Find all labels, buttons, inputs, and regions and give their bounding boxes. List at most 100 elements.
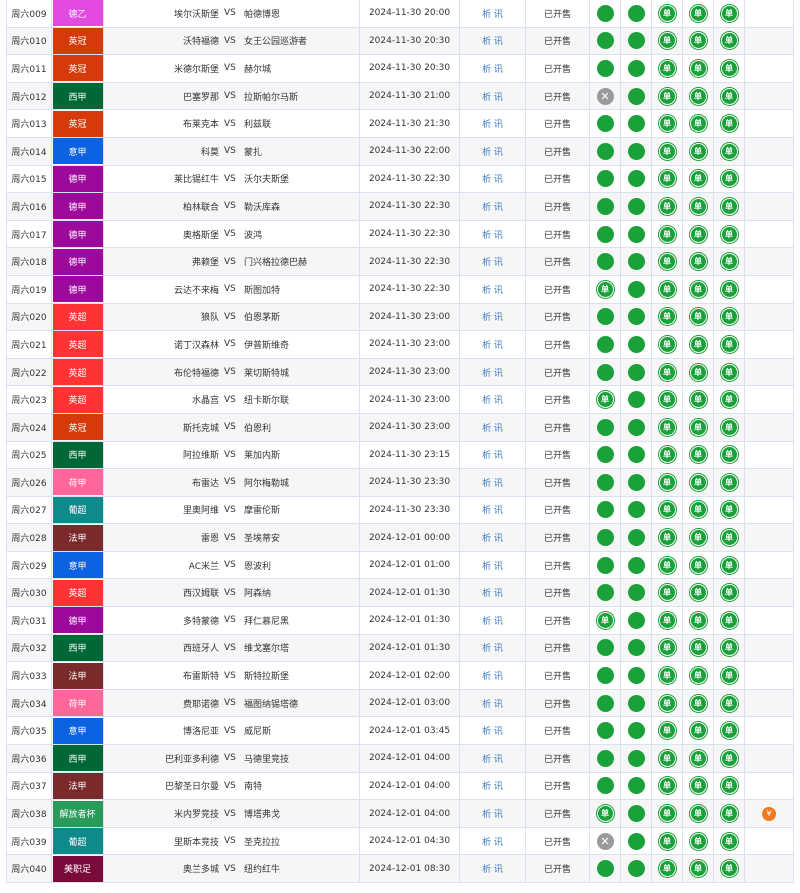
analysis-link[interactable]: 析 讯 [460, 717, 526, 745]
league-badge[interactable]: 西甲 [52, 634, 103, 661]
home-team[interactable]: 巴利亚多利德 [165, 752, 219, 765]
play-available-icon[interactable] [627, 667, 645, 685]
single-icon[interactable]: 单 [658, 694, 676, 712]
away-team[interactable]: 伊普斯维奇 [244, 338, 289, 351]
single-icon[interactable]: 单 [720, 142, 738, 160]
play-available-icon[interactable] [627, 446, 645, 464]
single-icon[interactable]: 单 [658, 639, 676, 657]
play-available-icon[interactable] [627, 308, 645, 326]
single-icon[interactable]: 单 [658, 529, 676, 547]
play-available-icon[interactable] [627, 805, 645, 823]
single-icon[interactable]: 单 [689, 832, 707, 850]
single-icon[interactable]: 单 [596, 280, 614, 298]
away-team[interactable]: 威尼斯 [244, 724, 271, 737]
away-team[interactable]: 勒沃库森 [244, 200, 280, 213]
single-icon[interactable]: 单 [720, 722, 738, 740]
single-icon[interactable]: 单 [689, 529, 707, 547]
single-icon[interactable]: 单 [720, 418, 738, 436]
play-available-icon[interactable] [627, 115, 645, 133]
league-badge[interactable]: 德甲 [52, 607, 103, 634]
single-icon[interactable]: 单 [689, 391, 707, 409]
away-team[interactable]: 利兹联 [244, 117, 271, 130]
single-icon[interactable]: 单 [720, 639, 738, 657]
single-icon[interactable]: 单 [658, 446, 676, 464]
single-icon[interactable]: 单 [689, 197, 707, 215]
single-icon[interactable]: 单 [658, 253, 676, 271]
play-available-icon[interactable] [596, 777, 614, 795]
play-available-icon[interactable] [627, 4, 645, 22]
single-icon[interactable]: 单 [689, 253, 707, 271]
away-team[interactable]: 马德里竞技 [244, 752, 289, 765]
play-available-icon[interactable] [627, 556, 645, 574]
single-icon[interactable]: 单 [720, 667, 738, 685]
single-icon[interactable]: 单 [689, 639, 707, 657]
home-team[interactable]: 雷恩 [201, 531, 219, 544]
home-team[interactable]: 狼队 [201, 310, 219, 323]
analysis-link[interactable]: 析 讯 [460, 634, 526, 662]
play-available-icon[interactable] [627, 584, 645, 602]
home-team[interactable]: 博洛尼亚 [183, 724, 219, 737]
play-available-icon[interactable] [627, 363, 645, 381]
single-icon[interactable]: 单 [689, 335, 707, 353]
analysis-link[interactable]: 析 讯 [460, 55, 526, 82]
analysis-link[interactable]: 析 讯 [460, 165, 526, 193]
home-team[interactable]: 巴黎圣日尔曼 [165, 779, 219, 792]
single-icon[interactable]: 单 [689, 418, 707, 436]
play-available-icon[interactable] [596, 749, 614, 767]
single-icon[interactable]: 单 [689, 115, 707, 133]
analysis-link[interactable]: 析 讯 [460, 524, 526, 551]
play-available-icon[interactable] [596, 529, 614, 547]
single-icon[interactable]: 单 [689, 860, 707, 878]
away-team[interactable]: 门兴格拉德巴赫 [244, 255, 307, 268]
away-team[interactable]: 圣克拉拉 [244, 835, 280, 848]
league-badge[interactable]: 解放者杯 [52, 800, 103, 827]
play-available-icon[interactable] [596, 556, 614, 574]
away-team[interactable]: 拉斯帕尔马斯 [244, 90, 298, 103]
league-badge[interactable]: 英超 [52, 579, 103, 606]
analysis-link[interactable]: 析 讯 [460, 662, 526, 689]
single-icon[interactable]: 单 [689, 805, 707, 823]
home-team[interactable]: 奥格斯堡 [183, 228, 219, 241]
analysis-link[interactable]: 析 讯 [460, 27, 526, 55]
analysis-link[interactable]: 析 讯 [460, 137, 526, 165]
play-available-icon[interactable] [627, 832, 645, 850]
analysis-link[interactable]: 析 讯 [460, 772, 526, 800]
home-team[interactable]: 云达不来梅 [174, 283, 219, 296]
away-team[interactable]: 伯恩茅斯 [244, 310, 280, 323]
away-team[interactable]: 赫尔城 [244, 62, 271, 75]
away-team[interactable]: 博塔弗戈 [244, 807, 280, 820]
single-icon[interactable]: 单 [689, 777, 707, 795]
league-badge[interactable]: 法甲 [52, 772, 103, 799]
league-badge[interactable]: 德甲 [52, 221, 103, 248]
analysis-link[interactable]: 析 讯 [460, 331, 526, 358]
single-icon[interactable]: 单 [720, 225, 738, 243]
single-icon[interactable]: 单 [596, 805, 614, 823]
away-team[interactable]: 波鸿 [244, 228, 262, 241]
single-icon[interactable]: 单 [658, 722, 676, 740]
analysis-link[interactable]: 析 讯 [460, 496, 526, 524]
league-badge[interactable]: 美职足 [52, 855, 103, 882]
single-icon[interactable]: 单 [720, 32, 738, 50]
play-available-icon[interactable] [596, 59, 614, 77]
away-team[interactable]: 女王公园巡游者 [244, 34, 307, 47]
home-team[interactable]: 阿拉维斯 [183, 448, 219, 461]
league-badge[interactable]: 英冠 [52, 27, 103, 54]
play-available-icon[interactable] [596, 418, 614, 436]
analysis-link[interactable]: 析 讯 [460, 358, 526, 386]
play-available-icon[interactable] [627, 32, 645, 50]
play-available-icon[interactable] [627, 722, 645, 740]
single-icon[interactable]: 单 [720, 253, 738, 271]
league-badge[interactable]: 荷甲 [52, 690, 103, 717]
play-available-icon[interactable] [627, 529, 645, 547]
single-icon[interactable]: 单 [689, 363, 707, 381]
home-team[interactable]: 多特蒙德 [183, 614, 219, 627]
single-icon[interactable]: 单 [658, 749, 676, 767]
play-available-icon[interactable] [627, 59, 645, 77]
league-badge[interactable]: 意甲 [52, 552, 103, 579]
play-available-icon[interactable] [627, 860, 645, 878]
home-team[interactable]: 米德尔斯堡 [174, 62, 219, 75]
single-icon[interactable]: 单 [658, 860, 676, 878]
single-icon[interactable]: 单 [720, 611, 738, 629]
home-team[interactable]: 布雷达 [192, 476, 219, 489]
analysis-link[interactable]: 析 讯 [460, 745, 526, 772]
